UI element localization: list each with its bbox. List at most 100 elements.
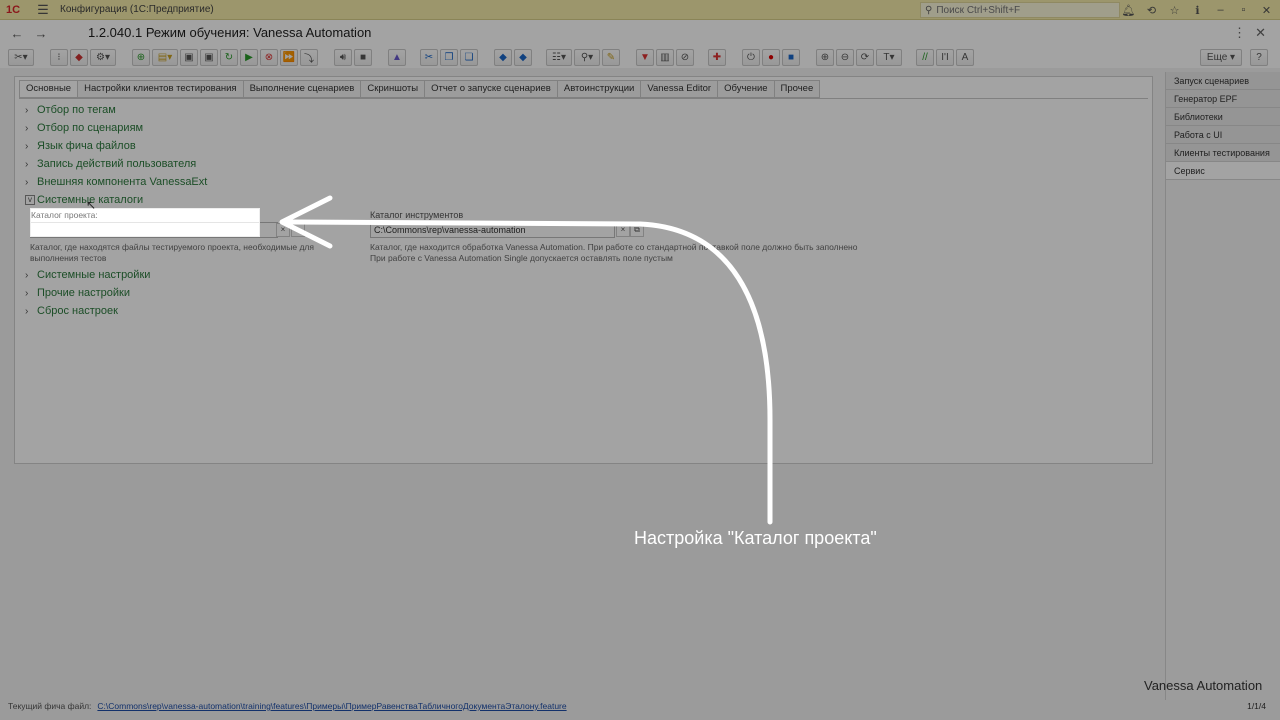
star-icon[interactable]: ☆ [1165,4,1184,17]
translate-icon[interactable]: A [956,49,974,66]
nav-run-scenarios[interactable]: Запуск сценариев [1166,72,1280,90]
mouse-cursor-icon: ↖ [86,198,97,212]
refresh-icon[interactable]: ↻ [220,49,238,66]
back-arrow-icon[interactable]: ← [6,25,28,43]
add-icon[interactable]: ⊕ [132,49,150,66]
search-input[interactable] [936,4,1107,16]
stop-record-icon[interactable]: ■ [782,49,800,66]
save-as-icon[interactable]: ▣ [200,49,218,66]
video-icon[interactable]: ■ [354,49,372,66]
open-folder-icon[interactable]: ▤▾ [152,49,178,66]
nav-libraries[interactable]: Библиотеки [1166,108,1280,126]
find-dropdown-icon[interactable]: ⚲▾ [574,49,600,66]
group-system-settings[interactable]: › Системные настройки [25,267,150,283]
highlighted-input[interactable] [31,222,259,236]
restore-icon[interactable]: ▫ [1234,4,1253,16]
history-icon[interactable]: ⟲ [1142,4,1161,17]
form-title: 1.2.040.1 Режим обучения: Vanessa Automa… [88,25,372,40]
form-header: ← → 1.2.040.1 Режим обучения: Vanessa Au… [0,20,1280,48]
kebab-menu-icon[interactable]: ⋮ [1233,25,1246,41]
save-icon[interactable]: ▣ [180,49,198,66]
tab-scenario-execution[interactable]: Выполнение сценариев [243,80,362,98]
highlighted-project-field[interactable]: Каталог проекта: [30,208,260,237]
tab-autoinstructions[interactable]: Автоинструкции [557,80,642,98]
diamond-icon[interactable]: ◆ [70,49,88,66]
power-icon[interactable]: ⏻ [742,49,760,66]
open-link-icon[interactable]: ⧉ [630,223,644,237]
comment-icon[interactable]: // [916,49,934,66]
main-menu-icon[interactable]: ☰ [34,2,52,18]
tab-screenshots[interactable]: Скриншоты [361,80,426,98]
uncomment-icon[interactable]: I'I [936,49,954,66]
group-label: Запись действий пользователя [37,158,197,170]
debug-icon[interactable]: ✚ [708,49,726,66]
group-feature-language[interactable]: › Язык фича файлов [25,138,136,154]
chevron-down-icon: v [25,195,35,205]
tools-catalog-label: Каталог инструментов [370,210,464,220]
cut-icon[interactable]: ✂ [420,49,438,66]
nav-test-clients[interactable]: Клиенты тестирования [1166,144,1280,162]
nav-epf-generator[interactable]: Генератор EPF [1166,90,1280,108]
more-label: Еще [1206,52,1228,63]
forward-arrow-icon[interactable]: → [30,25,52,43]
tab-vanessa-editor[interactable]: Vanessa Editor [641,80,719,98]
grid-icon[interactable]: ▥ [656,49,674,66]
zoom-in-icon[interactable]: ⊕ [816,49,834,66]
group-label: Отбор по сценариям [37,122,144,134]
open-folder-icon[interactable]: ⋯ [291,223,305,237]
tab-bar: Основные Настройки клиентов тестирования… [19,80,821,98]
run-icon[interactable]: ▶ [240,49,258,66]
tools-catalog-input[interactable] [370,222,615,238]
settings-gear-icon[interactable]: ⚙▾ [90,49,116,66]
group-system-catalogs[interactable]: v Системные каталоги [25,192,143,208]
move-down-icon[interactable]: ◆ [514,49,532,66]
minimize-icon[interactable]: – [1211,4,1230,16]
tab-report[interactable]: Отчет о запуске сценариев [425,80,558,98]
group-reset-settings[interactable]: › Сброс настроек [25,303,118,319]
list-dropdown-icon[interactable]: ☷▾ [546,49,572,66]
step-icon[interactable]: ⤵ [300,49,318,66]
group-filter-scenarios[interactable]: › Отбор по сценариям [25,120,143,136]
client-icon[interactable]: ▲ [388,49,406,66]
sync-icon[interactable]: ⟳ [856,49,874,66]
clear-icon[interactable]: × [616,223,630,237]
zoom-out-icon[interactable]: ⊖ [836,49,854,66]
group-record-actions[interactable]: › Запись действий пользователя [25,156,196,172]
1c-logo-icon: 1С [6,3,21,16]
tab-client-settings[interactable]: Настройки клиентов тестирования [78,80,244,98]
close-window-icon[interactable]: ✕ [1257,4,1276,17]
help-button[interactable]: ? [1250,49,1268,66]
cancel-icon[interactable]: ⊘ [676,49,694,66]
tree-icon[interactable]: ⁝ [50,49,68,66]
sound-icon[interactable]: 🔊︎ [334,49,352,66]
bell-icon[interactable]: 🔔︎ [1119,4,1138,17]
group-label: Язык фича файлов [37,140,136,152]
record-icon[interactable]: ● [762,49,780,66]
move-up-icon[interactable]: ◆ [494,49,512,66]
clear-icon[interactable]: × [276,223,290,237]
copy-icon[interactable]: ❐ [440,49,458,66]
nav-ui-work[interactable]: Работа с UI [1166,126,1280,144]
group-other-settings[interactable]: › Прочие настройки [25,285,130,301]
paste-icon[interactable]: ❏ [460,49,478,66]
tools-dropdown-icon[interactable]: ✂▾ [8,49,34,66]
breakpoint-icon[interactable]: ▼ [636,49,654,66]
tab-training[interactable]: Обучение [718,80,775,98]
more-button[interactable]: Еще ▾ [1200,49,1242,66]
font-dropdown-icon[interactable]: T▾ [876,49,902,66]
tools-catalog-hint-2: При работе с Vanessa Automation Single д… [370,253,673,263]
group-vanessaext[interactable]: › Внешняя компонента VanessaExt [25,174,207,190]
tab-main[interactable]: Основные [19,80,79,98]
settings-panel: Основные Настройки клиентов тестирования… [14,76,1153,464]
group-filter-tags[interactable]: › Отбор по тегам [25,102,116,118]
current-feature-link[interactable]: C:\Commons\rep\vanessa-automation\traini… [97,701,566,711]
nav-service[interactable]: Сервис [1166,162,1280,180]
stop-icon[interactable]: ⊗ [260,49,278,66]
run-all-icon[interactable]: ⏩ [280,49,298,66]
global-search[interactable]: ⚲ [920,2,1120,18]
tab-other[interactable]: Прочее [774,80,821,98]
close-form-icon[interactable]: ✕ [1255,25,1266,41]
group-label: Прочие настройки [37,287,131,299]
info-icon[interactable]: ℹ [1188,4,1207,17]
brush-icon[interactable]: ✎ [602,49,620,66]
